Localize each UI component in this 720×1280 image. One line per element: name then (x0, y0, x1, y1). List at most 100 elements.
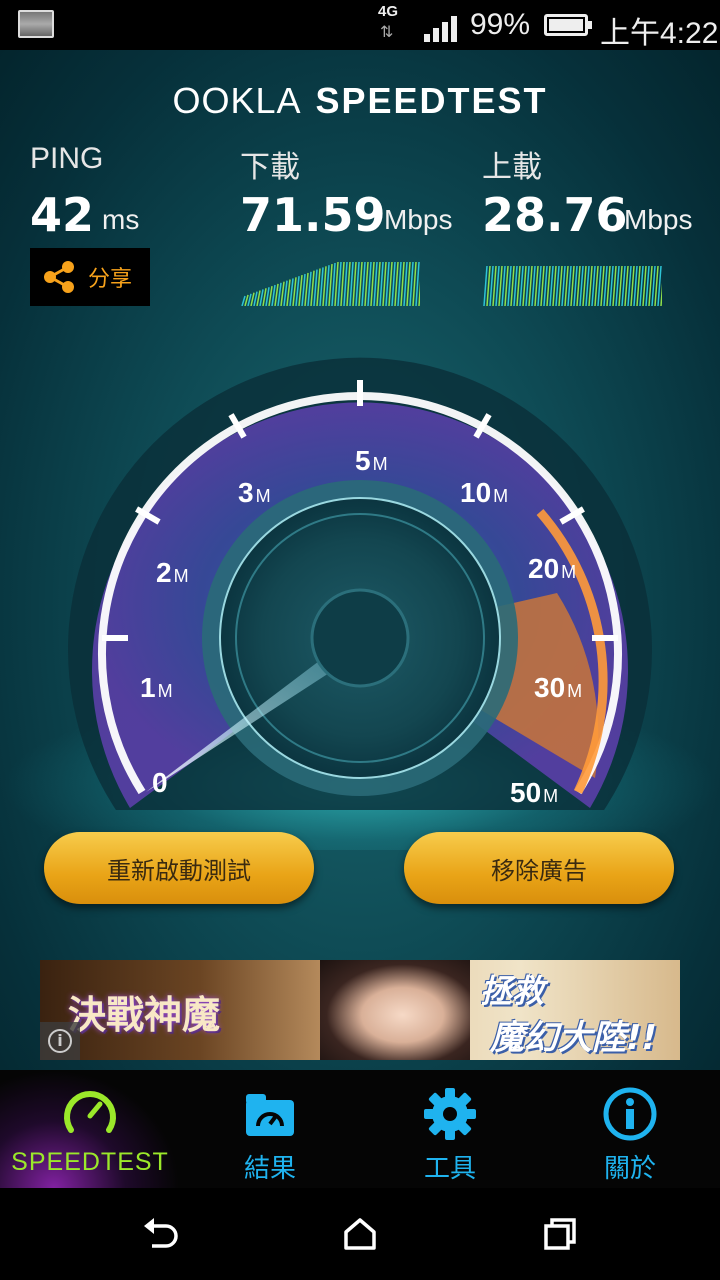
sparkline-stroke (358, 261, 363, 306)
sparkline-stroke (328, 264, 333, 306)
sparkline-stroke (304, 272, 309, 306)
sparkline-stroke (340, 261, 345, 306)
sparkline-stroke (510, 265, 515, 306)
sparkline-stroke (522, 265, 527, 306)
clock: 上午4:22 (600, 17, 719, 50)
sparkline-stroke (283, 280, 288, 306)
ad-info-button[interactable]: i (40, 1022, 80, 1060)
ad-banner[interactable]: 決戰神魔 拯救 魔幻大陸!! i (40, 960, 680, 1060)
sparkline-stroke (280, 281, 285, 306)
sparkline-stroke (301, 273, 306, 306)
tab-tools[interactable]: 工具 (360, 1070, 540, 1188)
home-icon[interactable] (340, 1214, 380, 1254)
ping-label: PING (30, 142, 104, 175)
sparkline-stroke (636, 265, 641, 306)
sparkline-stroke (382, 261, 387, 306)
info-icon: i (48, 1029, 72, 1053)
ad-text-line1: 拯救 (480, 972, 545, 1010)
sparkline-stroke (579, 265, 584, 306)
sparkline-stroke (567, 265, 572, 306)
sparkline-stroke (277, 282, 282, 306)
tab-tools-label: 工具 (423, 1154, 476, 1184)
system-nav-bar (0, 1188, 720, 1280)
sparkline-stroke (343, 261, 348, 306)
battery-icon (544, 14, 592, 36)
ping-value: 42 (30, 188, 95, 242)
sparkline-stroke (397, 261, 402, 306)
signal-icon (424, 12, 464, 42)
sparkline-stroke (555, 265, 560, 306)
sparkline-stroke (576, 265, 581, 306)
sparkline-stroke (615, 265, 620, 306)
sparkline-stroke (588, 265, 593, 306)
network-type: 4G (378, 3, 399, 20)
tab-speedtest-label: SPEEDTEST (11, 1148, 169, 1176)
sparkline-stroke (379, 261, 384, 306)
speed-gauge: 01 M2 M3 M5 M10 M20 M30 M50 M (68, 357, 652, 810)
sparkline-stroke (346, 261, 351, 306)
gallery-notification-icon (18, 10, 54, 38)
sparkline-stroke (352, 261, 357, 306)
sparkline-stroke (507, 265, 512, 306)
logo-speedtest: SPEEDTEST (315, 80, 548, 121)
sparkline-stroke (331, 262, 336, 306)
sparkline-stroke (648, 265, 653, 306)
tab-about[interactable]: 關於 (540, 1070, 720, 1188)
sparkline-stroke (519, 265, 524, 306)
back-icon[interactable] (140, 1214, 180, 1254)
sparkline-stroke (531, 265, 536, 306)
upload-label: 上載 (482, 151, 542, 184)
download-sparkline (241, 261, 420, 306)
info-circle-icon (603, 1087, 657, 1141)
sparkline-stroke (373, 261, 378, 306)
status-bar: 4G ⇅ 99% 上午4:22 (0, 0, 720, 50)
sparkline-stroke (376, 261, 381, 306)
sparkline-stroke (409, 261, 414, 306)
sparkline-stroke (621, 265, 626, 306)
sparkline-stroke (516, 265, 521, 306)
restart-test-button[interactable]: 重新啟動測試 (44, 832, 314, 904)
tab-results[interactable]: 結果 (180, 1070, 360, 1188)
sparkline-stroke (406, 261, 411, 306)
results-folder-icon (246, 1094, 294, 1136)
sparkline-stroke (316, 268, 321, 306)
sparkline-stroke (528, 265, 533, 306)
sparkline-stroke (492, 265, 497, 306)
sparkline-stroke (319, 267, 324, 306)
gauge-hub (310, 588, 410, 688)
recents-icon[interactable] (540, 1214, 580, 1254)
sparkline-stroke (495, 265, 500, 306)
sparkline-stroke (513, 265, 518, 306)
sparkline-stroke (603, 265, 608, 306)
sparkline-stroke (597, 265, 602, 306)
tab-about-label: 關於 (603, 1154, 656, 1184)
sparkline-stroke (501, 265, 506, 306)
download-value: 71.59 (240, 188, 386, 242)
sparkline-stroke (525, 265, 530, 306)
sparkline-stroke (564, 265, 569, 306)
sparkline-stroke (651, 265, 656, 306)
sparkline-stroke (630, 265, 635, 306)
sparkline-stroke (394, 261, 399, 306)
sparkline-stroke (292, 277, 297, 306)
sparkline-stroke (364, 261, 369, 306)
sparkline-stroke (361, 261, 366, 306)
ad-title-left: 決戰神魔 (68, 992, 221, 1037)
sparkline-stroke (400, 261, 405, 306)
sparkline-stroke (307, 271, 312, 306)
sparkline-stroke (295, 276, 300, 306)
share-button[interactable]: 分享 (30, 248, 150, 306)
ad-image (320, 960, 470, 1060)
sparkline-stroke (633, 265, 638, 306)
remove-ads-button[interactable]: 移除廣告 (404, 832, 674, 904)
sparkline-stroke (540, 265, 545, 306)
sparkline-stroke (609, 265, 614, 306)
sparkline-stroke (654, 265, 659, 306)
speedometer-icon (64, 1091, 116, 1133)
sparkline-stroke (337, 261, 342, 306)
sparkline-stroke (546, 265, 551, 306)
app-logo: OOKLA SPEEDTEST (0, 80, 720, 122)
sparkline-stroke (552, 265, 557, 306)
sparkline-stroke (403, 261, 408, 306)
tab-speedtest[interactable]: SPEEDTEST (0, 1070, 180, 1188)
